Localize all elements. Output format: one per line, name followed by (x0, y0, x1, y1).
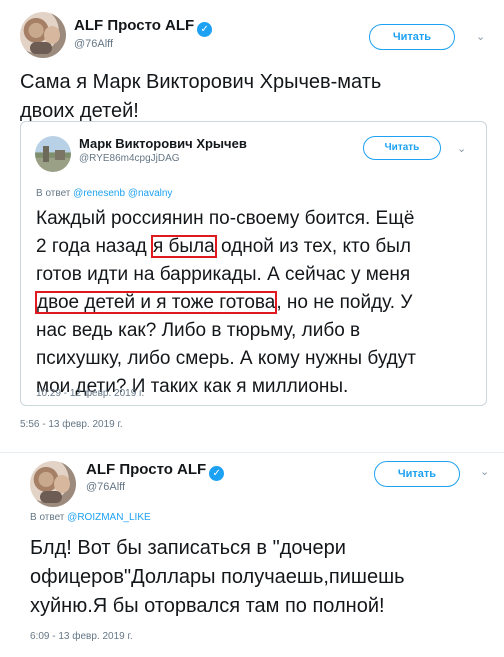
author-handle[interactable]: @76Alff (74, 38, 113, 50)
quoted-follow-button[interactable]: Читать (363, 136, 441, 160)
tweet-text-line: хуйню.Я бы оторвался там по полной! (30, 595, 385, 617)
verified-badge-icon: ✓ (209, 466, 225, 481)
chevron-down-icon[interactable]: ⌄ (457, 144, 467, 155)
quoted-avatar[interactable] (35, 136, 71, 172)
author-handle[interactable]: @76Alff (86, 481, 125, 493)
quoted-timestamp[interactable]: 10:29 - 12 февр. 2019 г. (36, 388, 144, 399)
mention-link[interactable]: @ROIZMAN_LIKE (67, 512, 151, 523)
avatar[interactable] (20, 12, 66, 58)
highlight-box: я была (150, 235, 217, 258)
reply-to-line: В ответ @ROIZMAN_LIKE (30, 512, 151, 523)
tweet-text: Блд! Вот бы записаться в "дочери офицеро… (30, 534, 405, 621)
highlight-box: двое детей и я тоже готова (34, 291, 278, 314)
chevron-down-icon[interactable]: ⌄ (480, 467, 490, 478)
author-name[interactable]: ALF Просто ALF ✓ (86, 461, 225, 481)
tweet-text-line: Сама я Марк Викторович Хрычев-мать (20, 71, 382, 93)
quoted-author-handle[interactable]: @RYE86m4cpgJjDAG (79, 153, 180, 164)
quoted-tweet-text: Каждый россиянин по-своему боится. Ещё 2… (34, 208, 416, 397)
follow-button[interactable]: Читать (369, 24, 455, 50)
mention-link[interactable]: @renesenb (73, 188, 125, 199)
tweet-alf-1: ALF Просто ALF ✓ @76Alff Читать ⌄ Сама я … (0, 0, 504, 452)
tweet-text-line: Блд! Вот бы записаться в "дочери (30, 537, 346, 559)
avatar[interactable] (30, 461, 76, 507)
tweet-text-line: офицеров"Доллары получаешь,пишешь (30, 566, 405, 588)
chevron-down-icon[interactable]: ⌄ (476, 32, 486, 43)
mention-link[interactable]: @navalny (128, 188, 173, 199)
quoted-author-name[interactable]: Марк Викторович Хрычев (79, 136, 247, 151)
follow-button[interactable]: Читать (374, 461, 460, 487)
timestamp[interactable]: 5:56 - 13 февр. 2019 г. (20, 419, 123, 430)
timestamp[interactable]: 6:09 - 13 февр. 2019 г. (30, 631, 133, 642)
verified-badge-icon: ✓ (197, 22, 213, 37)
reply-to-line: В ответ @renesenb @navalny (36, 188, 173, 199)
tweet-text: Сама я Марк Викторович Хрычев-мать двоих… (20, 68, 381, 126)
quoted-tweet[interactable]: Марк Викторович Хрычев @RYE86m4cpgJjDAG … (20, 121, 487, 406)
author-name[interactable]: ALF Просто ALF ✓ (74, 17, 213, 37)
